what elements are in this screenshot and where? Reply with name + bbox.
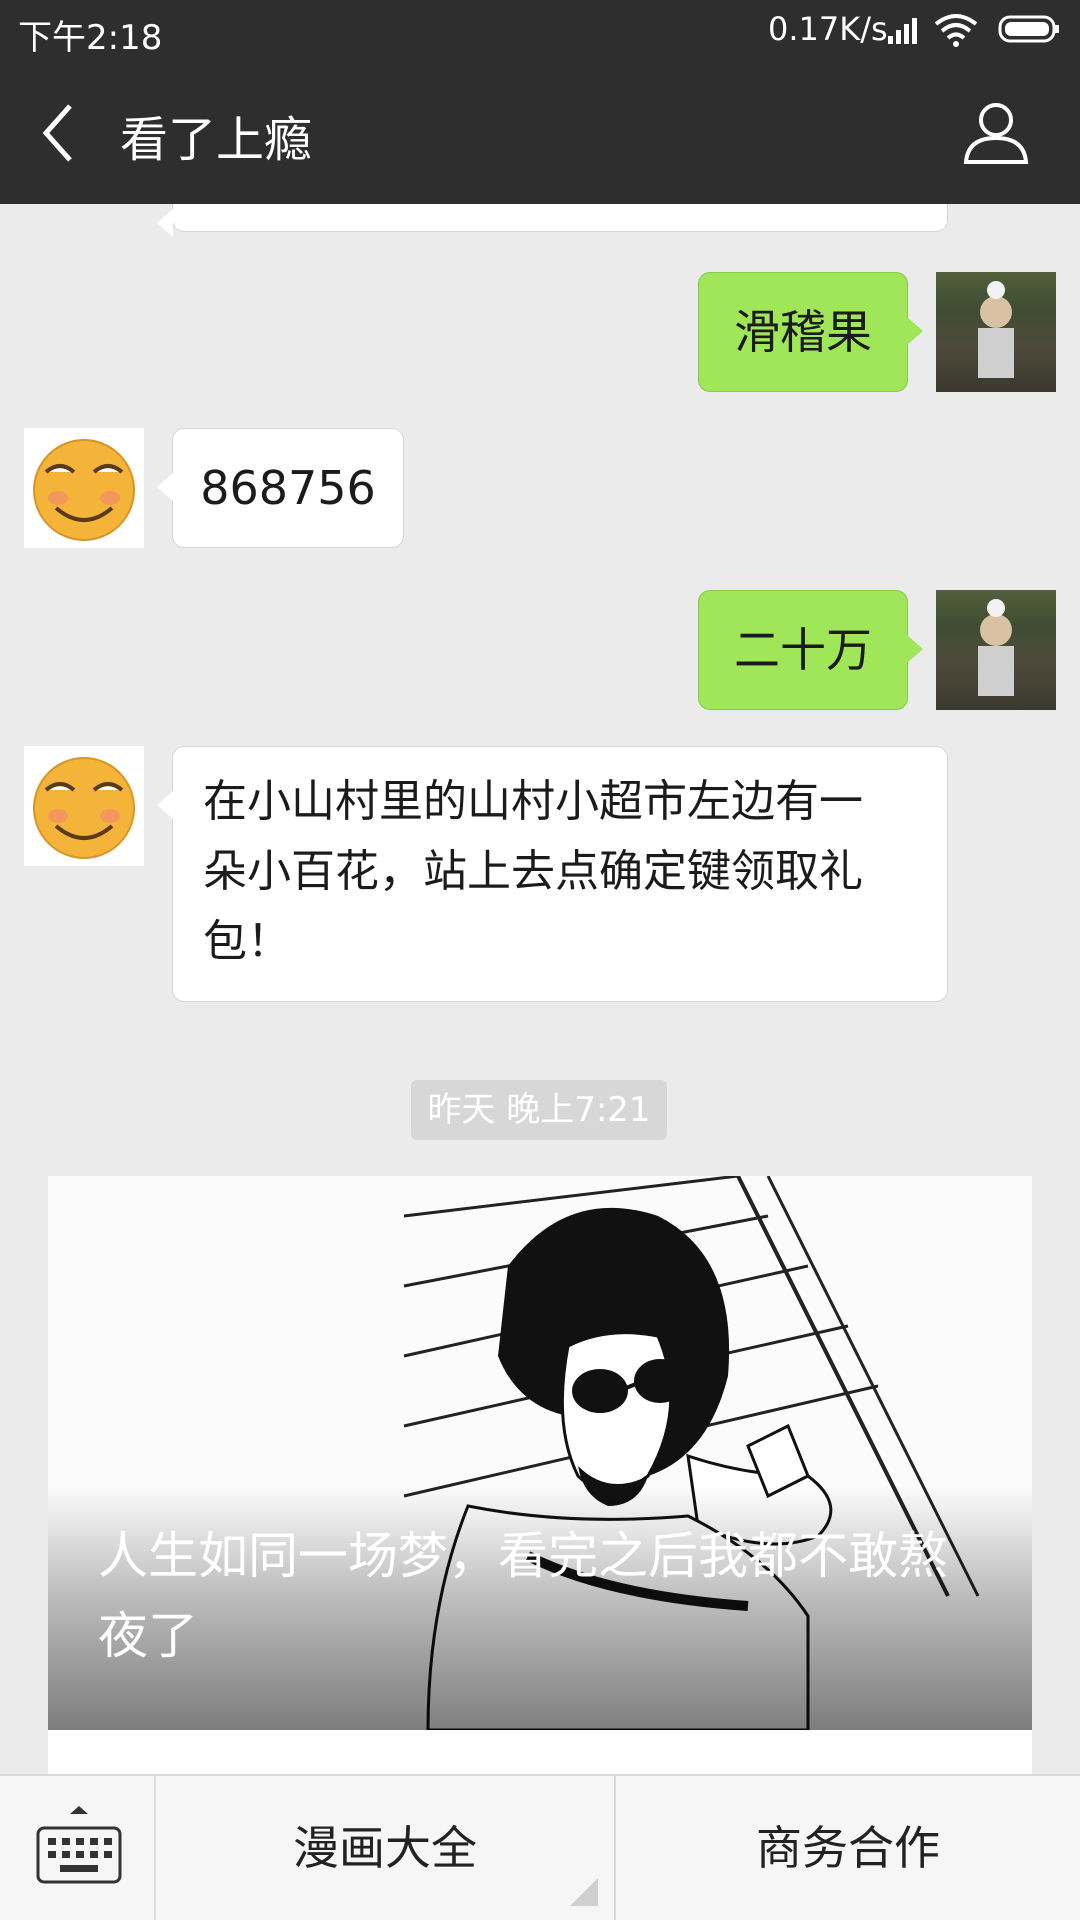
message-text-line: 包！ xyxy=(203,916,291,967)
bottom-menu-bar: 漫画大全 商务合作 xyxy=(0,1774,1080,1920)
person-icon[interactable] xyxy=(962,98,1030,166)
smiley-avatar[interactable] xyxy=(24,428,144,548)
message-text: 868756 xyxy=(200,461,376,515)
previous-message-bubble xyxy=(157,204,948,237)
timestamp-badge: 昨天 晚上7:21 xyxy=(411,1080,667,1140)
status-time: 下午2:18 xyxy=(18,18,163,58)
status-bar: 下午2:18 0.17K/s xyxy=(0,0,1080,62)
article-card[interactable]: 人生如同一场梦，看完之后我都不敢熬 夜了 xyxy=(48,1176,1032,1774)
keyboard-icon xyxy=(36,1806,122,1884)
message-bubble-received[interactable]: 868756 xyxy=(157,428,404,548)
user-avatar[interactable] xyxy=(936,272,1056,392)
caption-line: 夜了 xyxy=(98,1607,198,1665)
message-bubble-sent[interactable]: 二十万 xyxy=(698,590,923,710)
submenu-indicator-icon xyxy=(570,1878,598,1906)
message-text-line: 在小山村里的山村小超市左边有一 xyxy=(203,776,863,827)
title-bar: 看了上瘾 xyxy=(0,62,1080,204)
message-bubble-received[interactable]: 在小山村里的山村小超市左边有一 朵小百花，站上去点确定键领取礼 包！ xyxy=(157,746,948,1002)
message-text: 滑稽果 xyxy=(734,305,872,359)
signal-icon xyxy=(888,18,917,44)
battery-icon xyxy=(998,15,1059,43)
smiley-avatar[interactable] xyxy=(24,746,144,866)
message-text-line: 朵小百花，站上去点确定键领取礼 xyxy=(203,846,863,897)
caption-line: 人生如同一场梦，看完之后我都不敢熬 xyxy=(98,1527,948,1585)
wifi-icon xyxy=(934,14,978,47)
network-speed: 0.17K/s xyxy=(768,10,888,48)
user-avatar[interactable] xyxy=(936,590,1056,710)
keyboard-toggle-button[interactable] xyxy=(0,1776,156,1920)
chat-area[interactable]: 滑稽果 868756 二十万 在小山村里的山村小超市左边有一 朵小百花，站上去点… xyxy=(0,204,1080,1774)
message-bubble-sent[interactable]: 滑稽果 xyxy=(698,272,923,392)
menu-item-manga[interactable]: 漫画大全 xyxy=(156,1776,616,1920)
article-caption: 人生如同一场梦，看完之后我都不敢熬 夜了 xyxy=(98,1516,998,1676)
page-title: 看了上瘾 xyxy=(120,112,313,168)
message-text: 二十万 xyxy=(734,623,872,677)
menu-item-business[interactable]: 商务合作 xyxy=(616,1776,1080,1920)
chevron-left-icon[interactable] xyxy=(38,100,78,166)
